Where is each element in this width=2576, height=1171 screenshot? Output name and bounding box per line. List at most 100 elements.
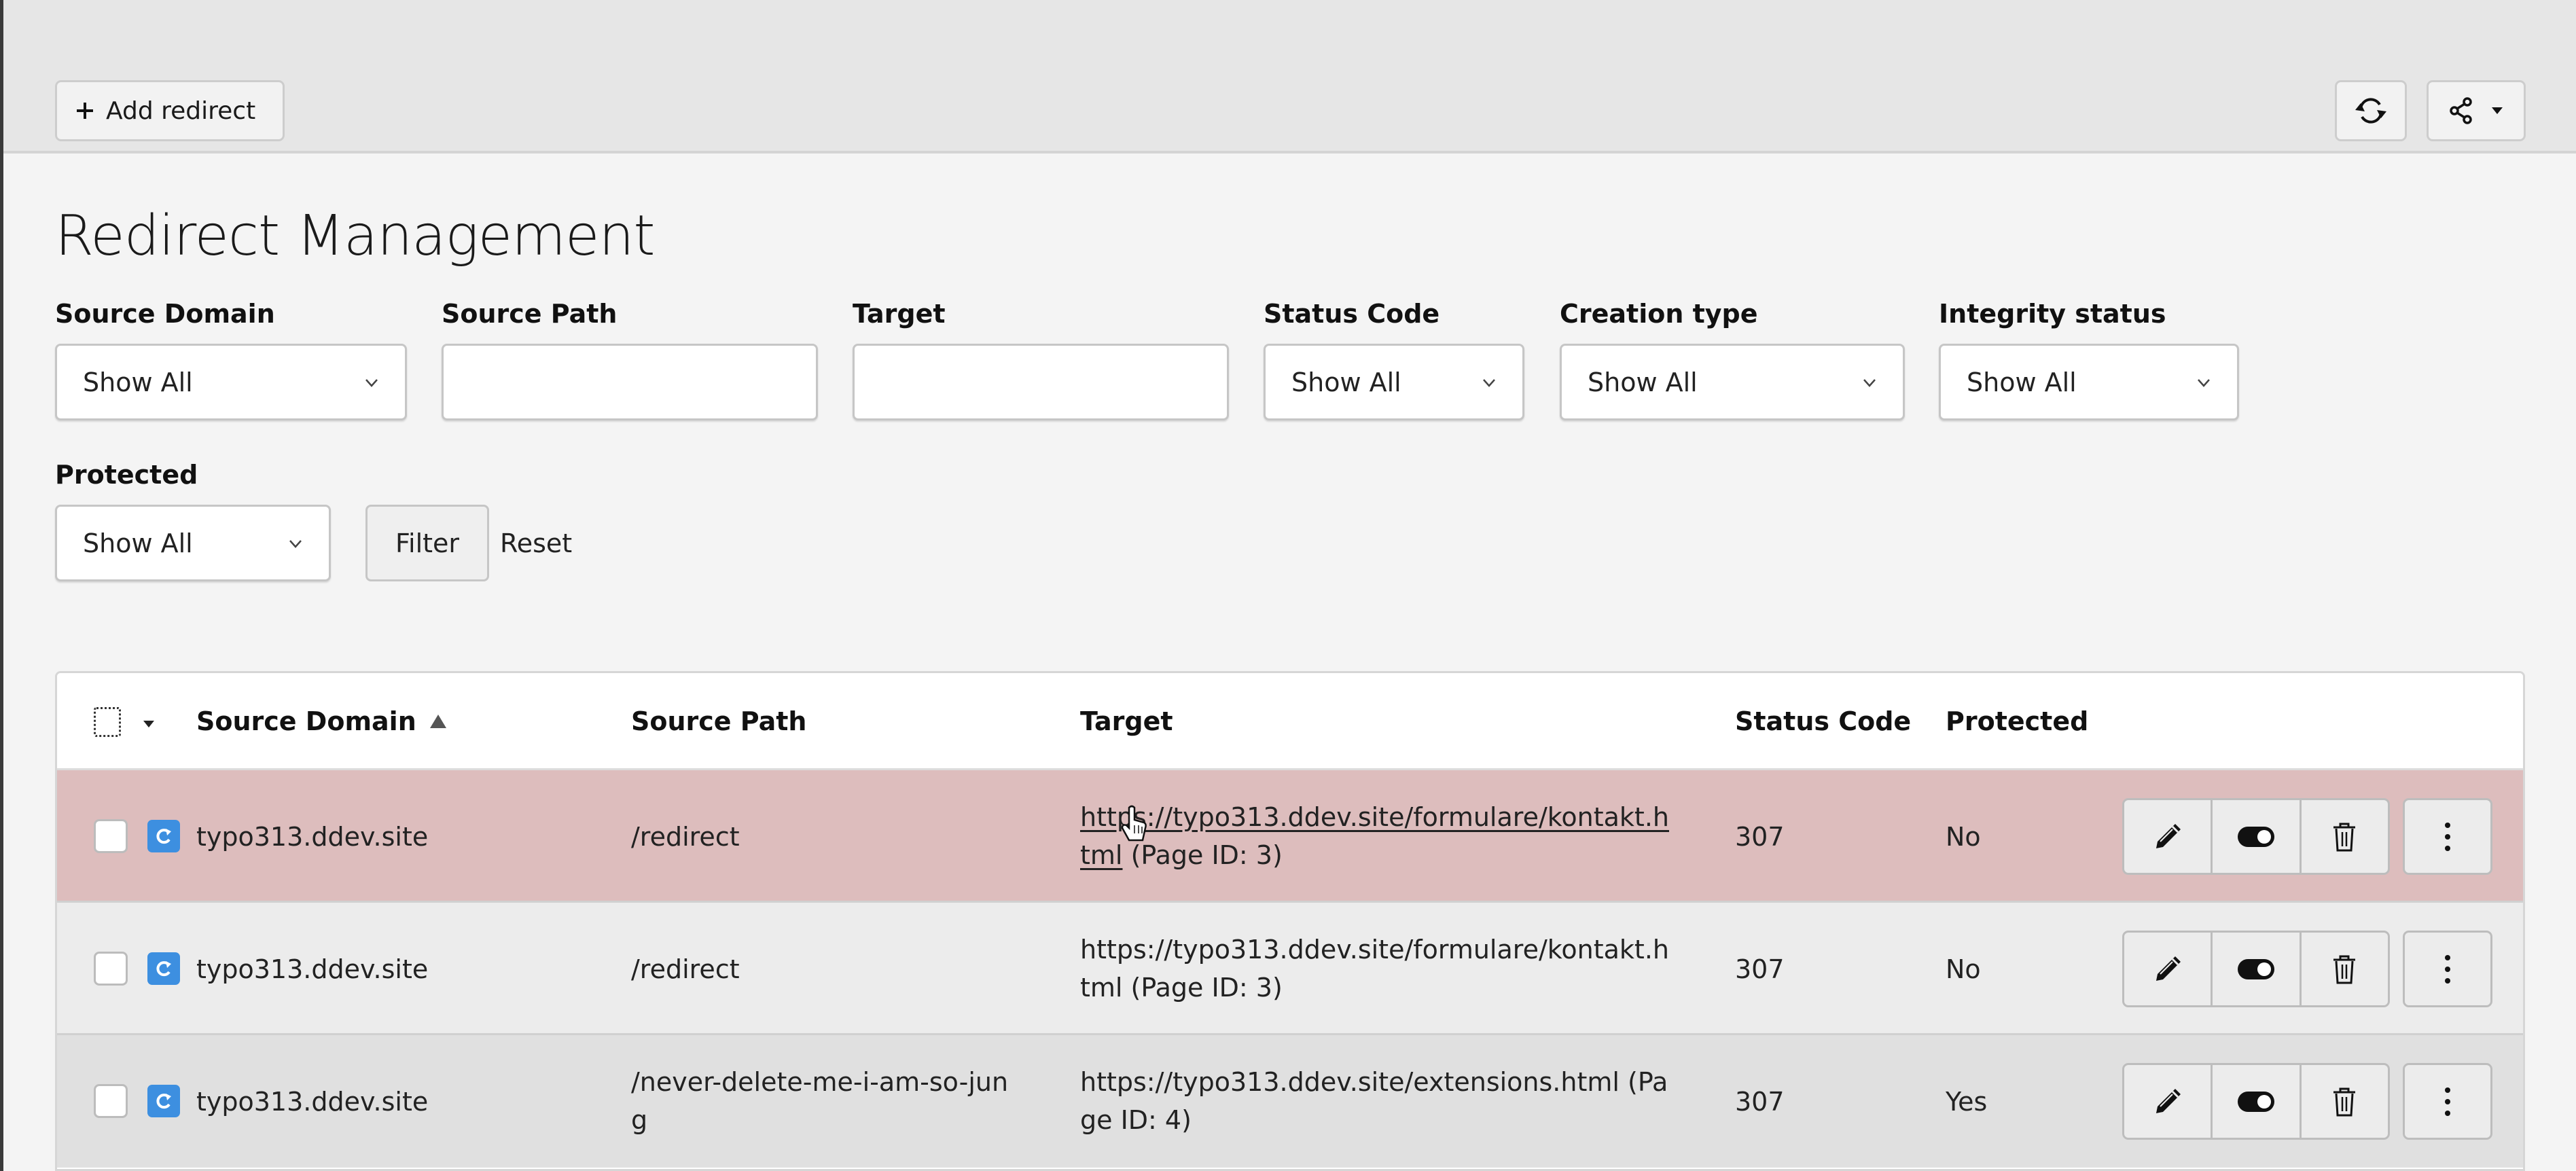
status-code-select[interactable]: Show All [1264,344,1524,420]
pencil-icon [2155,956,2181,981]
cell-protected: No [1946,954,1981,984]
column-header-target[interactable]: Target [1080,706,1173,736]
column-header-source-domain[interactable]: Source Domain [196,706,448,736]
target-link-continuation[interactable]: tml [1080,840,1122,870]
more-vertical-icon [2445,954,2450,984]
row-select-checkbox[interactable] [94,952,128,986]
toggle-disable-button[interactable] [2213,933,2302,1005]
cell-target: https://typo313.ddev.site/formulare/kont… [1080,798,1669,874]
source-path-input[interactable] [442,344,818,420]
cell-protected: No [1946,822,1981,852]
status-code-select-value: Show All [1291,367,1401,397]
cell-status-code: 307 [1735,822,1785,852]
target-link[interactable]: https://typo313.ddev.site/formulare/kont… [1080,802,1669,832]
cell-source-domain: typo313.ddev.site [196,954,429,984]
column-header-status-code[interactable]: Status Code [1735,706,1911,736]
redirect-record-icon [147,952,180,985]
cell-status-code: 307 [1735,1087,1785,1117]
cell-status-code: 307 [1735,954,1785,984]
filter-label-target: Target [853,299,946,329]
column-header-protected[interactable]: Protected [1946,706,2088,736]
cell-source-path: /redirect [631,954,740,984]
toggle-disable-button[interactable] [2213,800,2302,873]
cell-source-domain: typo313.ddev.site [196,822,429,852]
toggle-disable-button[interactable] [2213,1065,2302,1138]
chevron-down-icon [289,539,302,548]
protected-select-value: Show All [83,528,193,558]
cell-protected: Yes [1946,1087,1988,1117]
creation-type-select[interactable]: Show All [1560,344,1905,420]
select-all-checkbox[interactable] [94,707,121,737]
delete-button[interactable] [2302,1065,2388,1138]
source-path-line1: /never-delete-me-i-am-so-jun [631,1067,1009,1097]
protected-select[interactable]: Show All [55,505,331,581]
refresh-button[interactable] [2335,80,2407,141]
add-redirect-button[interactable]: Add redirect [55,80,285,141]
pencil-icon [2155,823,2181,848]
reset-link[interactable]: Reset [500,528,572,558]
share-icon [2449,97,2473,124]
table-row: typo313.ddev.site /never-delete-me-i-am-… [57,1035,2523,1168]
refresh-icon [2354,96,2388,125]
table-row: typo313.ddev.site /redirect https://typo… [57,770,2523,903]
select-menu-caret-icon[interactable] [143,718,155,731]
source-domain-select-value: Show All [83,367,193,397]
more-vertical-icon [2445,1087,2450,1116]
row-actions-group [2122,1063,2390,1140]
plus-icon [75,101,95,121]
sort-ascending-icon [429,715,446,728]
row-select-checkbox[interactable] [94,1084,128,1118]
more-options-button[interactable] [2403,1063,2492,1140]
table-row: typo313.ddev.site /redirect https://typo… [57,903,2523,1035]
caret-down-icon [2491,107,2503,115]
target-input[interactable] [853,344,1229,420]
column-header-source-path[interactable]: Source Path [631,706,807,736]
window-left-edge [0,0,3,1171]
filter-label-source-path: Source Path [442,299,618,329]
chevron-down-icon [365,378,378,387]
cell-target: https://typo313.ddev.site/extensions.htm… [1080,1063,1668,1139]
trash-icon [2333,955,2356,984]
filter-label-creation-type: Creation type [1560,299,1758,329]
cell-source-path: /redirect [631,822,740,852]
toggle-on-icon [2237,958,2274,979]
source-domain-select[interactable]: Show All [55,344,407,420]
chevron-down-icon [2198,378,2210,387]
more-vertical-icon [2445,822,2450,851]
page-title: Redirect Management [55,204,656,268]
pencil-icon [2155,1088,2181,1113]
chevron-down-icon [1863,378,1876,387]
toggle-on-icon [2237,1091,2274,1112]
toggle-on-icon [2237,826,2274,847]
more-options-button[interactable] [2403,931,2492,1007]
integrity-status-select[interactable]: Show All [1939,344,2239,420]
target-page-id: ge ID: 4) [1080,1105,1192,1135]
filter-label-source-domain: Source Domain [55,299,275,329]
filter-button[interactable]: Filter [365,505,489,581]
target-text[interactable]: https://typo313.ddev.site/extensions.htm… [1080,1067,1668,1097]
redirects-table: Source Domain Source Path Target Status … [55,671,2525,1171]
row-select-checkbox[interactable] [94,819,128,853]
add-redirect-label: Add redirect [106,96,256,125]
column-header-source-domain-label: Source Domain [196,706,416,736]
more-options-button[interactable] [2403,798,2492,875]
chevron-down-icon [1483,378,1495,387]
redirect-record-icon [147,820,180,852]
edit-button[interactable] [2124,1065,2213,1138]
edit-button[interactable] [2124,800,2213,873]
target-page-id: tml (Page ID: 3) [1080,973,1283,1003]
cell-source-domain: typo313.ddev.site [196,1087,429,1117]
row-actions-group [2122,931,2390,1007]
delete-button[interactable] [2302,933,2388,1005]
cell-target: https://typo313.ddev.site/formulare/kont… [1080,931,1669,1007]
cell-source-path: /never-delete-me-i-am-so-jun g [631,1063,1008,1139]
delete-button[interactable] [2302,800,2388,873]
share-dropdown-button[interactable] [2427,80,2526,141]
target-page-id: (Page ID: 3) [1122,840,1283,870]
source-path-line2: g [631,1105,648,1135]
trash-icon [2333,823,2356,851]
edit-button[interactable] [2124,933,2213,1005]
target-text[interactable]: https://typo313.ddev.site/formulare/kont… [1080,935,1669,965]
integrity-status-select-value: Show All [1967,367,2077,397]
row-actions-group [2122,798,2390,875]
